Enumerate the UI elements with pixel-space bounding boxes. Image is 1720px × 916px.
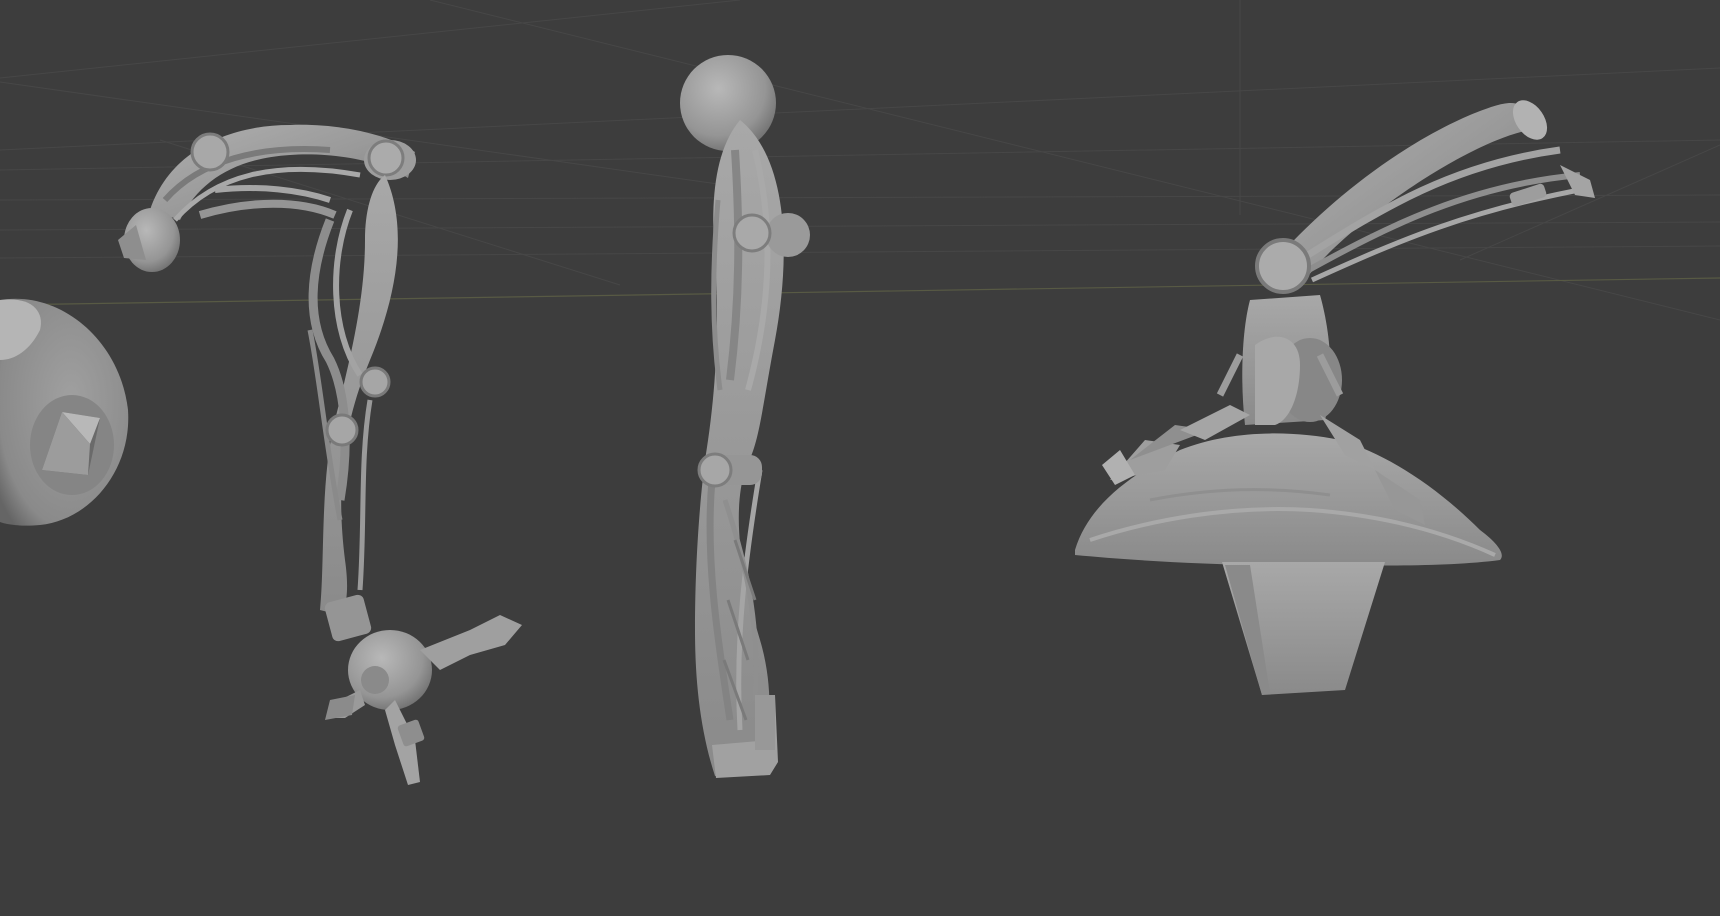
cable-arm-middle-mesh[interactable] bbox=[680, 55, 810, 778]
cable-arm-left-mesh[interactable] bbox=[118, 124, 522, 785]
rock-base-arm-mesh[interactable] bbox=[1075, 94, 1595, 695]
horizon-axis-line bbox=[0, 277, 1720, 306]
3d-viewport[interactable] bbox=[0, 0, 1720, 916]
floor-grid bbox=[0, 0, 1720, 321]
viewport-canvas[interactable] bbox=[0, 0, 1720, 916]
sphere-socket-mesh[interactable] bbox=[0, 298, 129, 526]
